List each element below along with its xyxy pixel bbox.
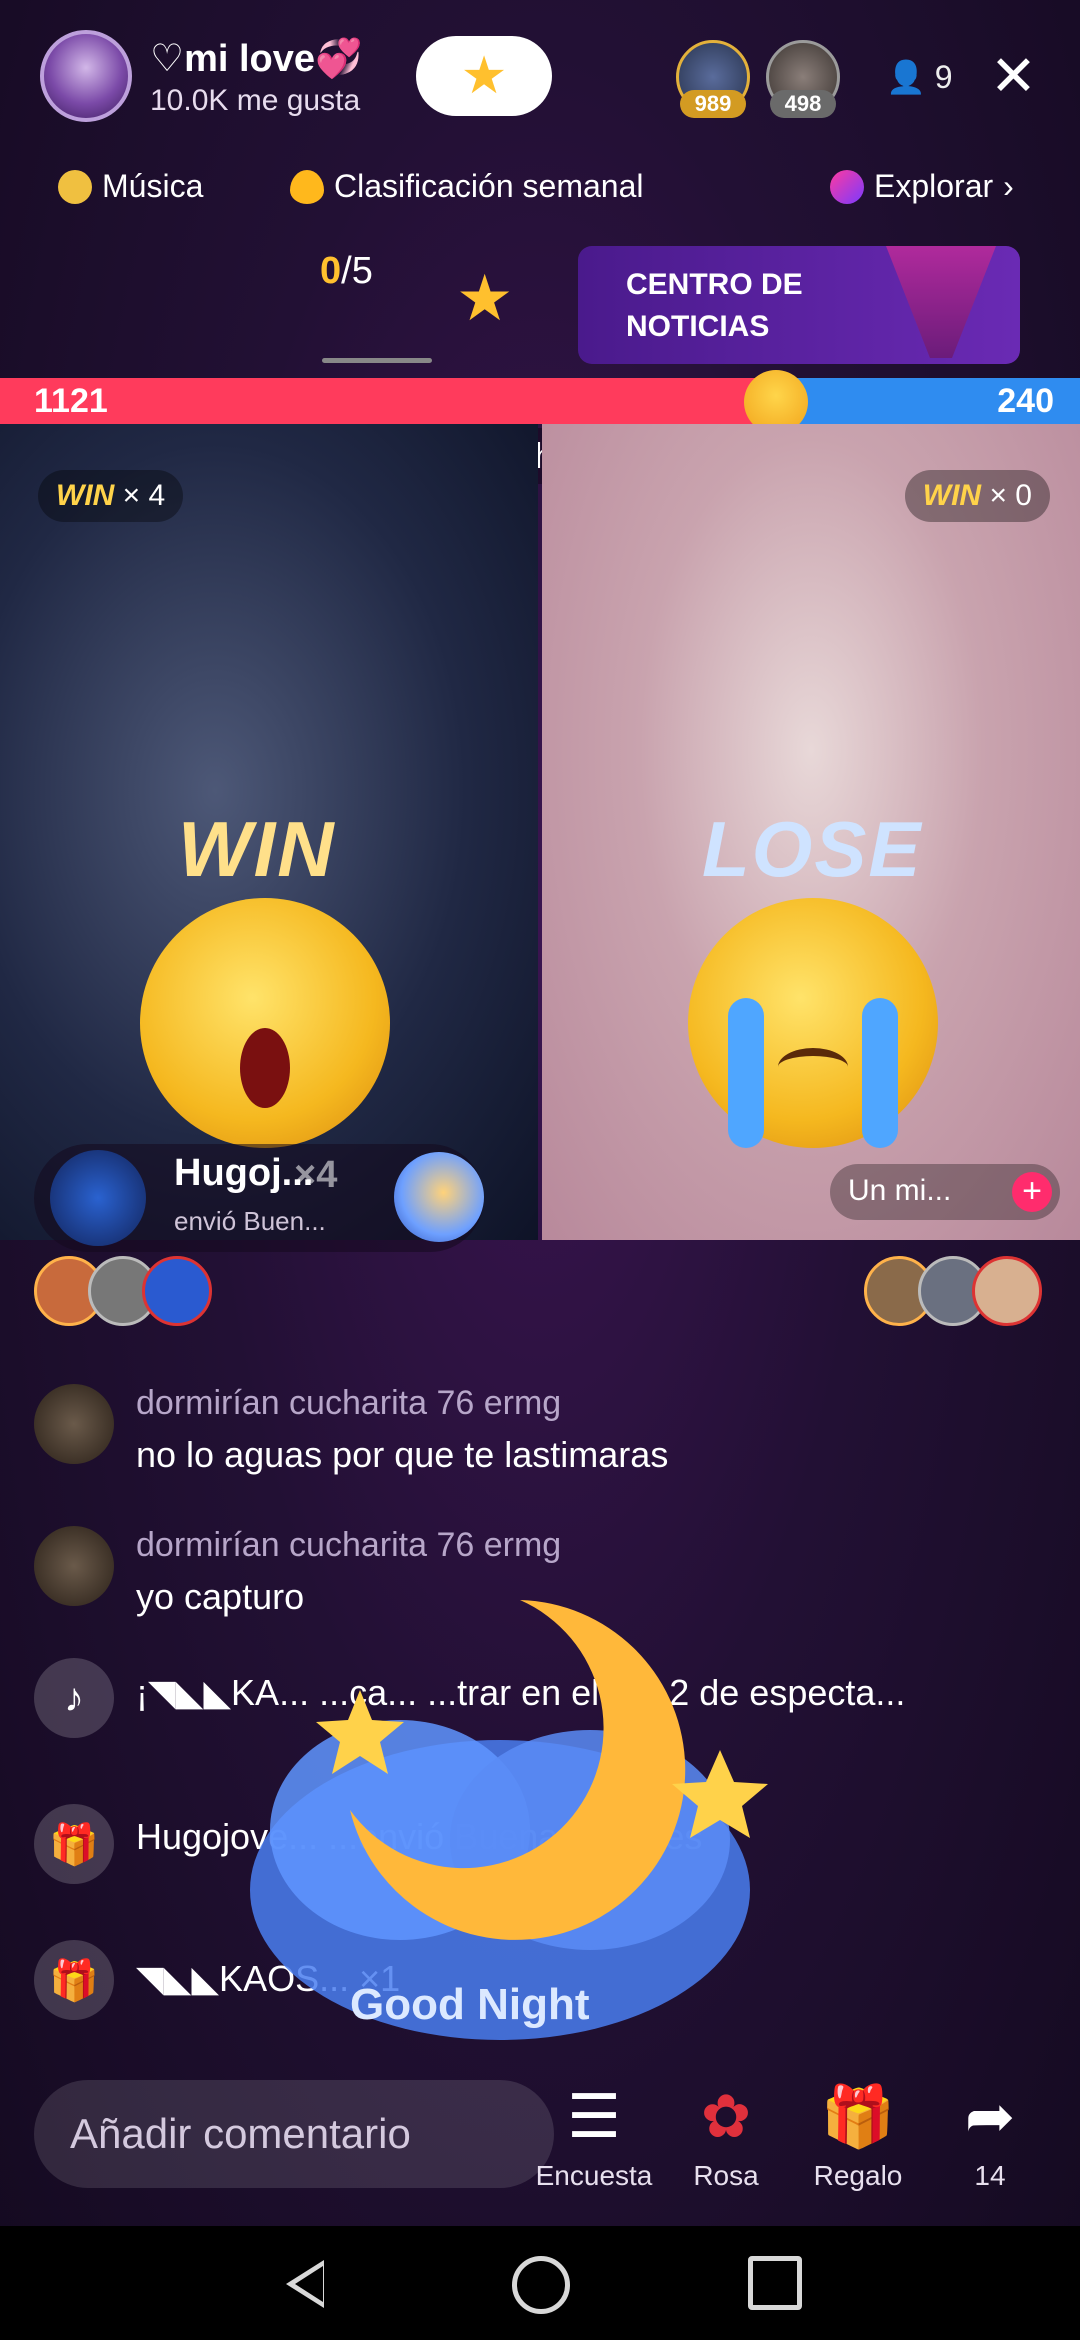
- poll-icon: ☰: [567, 2083, 621, 2150]
- gift-animation-text: Good Night: [350, 1980, 590, 2029]
- star-icon[interactable]: ★: [456, 266, 513, 330]
- host-avatar[interactable]: [40, 30, 132, 122]
- poll-button[interactable]: ☰ Encuesta: [534, 2082, 654, 2192]
- music-icon: [58, 169, 92, 204]
- rose-button[interactable]: ✿ Rosa: [666, 2082, 786, 2192]
- top-viewer-count: 498: [770, 90, 836, 118]
- back-icon-inner: [295, 2266, 323, 2302]
- commenter-avatar[interactable]: [34, 1526, 114, 1606]
- supporter-avatar[interactable]: [972, 1256, 1042, 1326]
- gift-button[interactable]: 🎁 Regalo: [798, 2082, 918, 2192]
- comment-input[interactable]: Añadir comentario: [34, 2080, 554, 2188]
- opponent-name: Un mi...: [848, 1174, 952, 1207]
- comment-text: no lo aguas por que te lastimaras: [136, 1434, 669, 1475]
- quest-progress[interactable]: 0/5: [320, 250, 373, 293]
- quest-indicator: [322, 358, 432, 363]
- host-name[interactable]: ♡mi love💞: [150, 36, 362, 81]
- score-right: 240: [997, 382, 1054, 420]
- commenter-avatar[interactable]: [34, 1384, 114, 1464]
- home-icon[interactable]: [512, 2256, 570, 2314]
- moon-gift-icon: [394, 1152, 484, 1242]
- share-button[interactable]: ➦ 14: [930, 2082, 1050, 2192]
- win-label: WIN: [922, 479, 982, 512]
- system-nav-bar: [0, 2226, 1080, 2340]
- rose-label: Rosa: [693, 2160, 759, 2191]
- gift-message: envió Buen...: [174, 1206, 326, 1236]
- win-label: WIN: [56, 479, 115, 512]
- surprised-emoji-icon: [140, 898, 390, 1148]
- category-music[interactable]: Música: [58, 168, 203, 205]
- rose-icon: ✿: [700, 2083, 752, 2150]
- score-left: 1121: [34, 382, 108, 420]
- follow-button[interactable]: ★: [416, 36, 552, 116]
- win-count-value: × 4: [122, 479, 166, 512]
- category-row: Música Clasificación semanal Explorar ›: [0, 160, 1080, 220]
- news-center-banner[interactable]: CENTRO DE NOTICIAS: [578, 246, 1020, 364]
- plus-icon[interactable]: +: [1012, 1172, 1052, 1212]
- category-weekly-label: Clasificación semanal: [334, 168, 644, 204]
- top-bar: ♡mi love💞 10.0K me gusta ★ 989 498 👤 9 ✕: [0, 30, 1080, 130]
- quest-progress-done: 0: [320, 250, 342, 292]
- left-stream-panel[interactable]: WIN × 4 WIN: [0, 424, 538, 1240]
- good-night-gift-animation: Good Night: [240, 1560, 800, 2080]
- comment-placeholder: Añadir comentario: [70, 2110, 411, 2157]
- category-explore-label: Explorar: [874, 168, 994, 204]
- left-result-label: WIN: [178, 805, 336, 893]
- score-bar-left: [0, 378, 780, 424]
- category-music-label: Música: [102, 168, 204, 204]
- gift-icon: 🎁: [34, 1940, 114, 2020]
- crying-emoji-icon: [688, 898, 938, 1148]
- right-result-label: LOSE: [702, 805, 923, 893]
- top-viewer-count: 989: [680, 90, 746, 118]
- gift-sender-avatar: [50, 1150, 146, 1246]
- poll-label: Encuesta: [535, 2160, 653, 2191]
- gift-label: Regalo: [813, 2160, 903, 2191]
- quest-progress-total: /5: [341, 250, 373, 292]
- gift-notification[interactable]: Hugoj... ×4 envió Buen...: [34, 1144, 484, 1252]
- gift-box-icon: 🎁: [820, 2083, 896, 2150]
- opponent-tag[interactable]: Un mi... +: [830, 1164, 1060, 1220]
- share-icon: ➦: [964, 2083, 1016, 2150]
- news-art-icon: [886, 246, 996, 358]
- gift-sender-name: Hugoj...: [174, 1152, 314, 1194]
- star-icon: ★: [460, 47, 508, 105]
- supporter-avatar[interactable]: [142, 1256, 212, 1326]
- viewer-count-value: 9: [934, 59, 953, 95]
- tiktok-icon: ♪: [34, 1658, 114, 1738]
- news-center-title: CENTRO DE NOTICIAS: [626, 268, 803, 343]
- right-win-count: WIN × 0: [904, 470, 1050, 522]
- left-win-count: WIN × 4: [38, 470, 184, 522]
- share-count: 14: [974, 2160, 1006, 2191]
- win-count-value: × 0: [989, 479, 1032, 512]
- right-stream-panel[interactable]: WIN × 0 LOSE: [542, 424, 1080, 1240]
- category-weekly-ranking[interactable]: Clasificación semanal: [290, 168, 643, 205]
- viewer-count[interactable]: 👤 9: [886, 58, 953, 96]
- close-icon[interactable]: ✕: [990, 48, 1037, 104]
- battle-score-bar: 1121 240: [0, 370, 1080, 434]
- chevron-right-icon: ›: [1003, 168, 1014, 204]
- gift-combo-count: ×4: [294, 1154, 338, 1196]
- person-icon: 👤: [886, 59, 926, 95]
- gift-icon: 🎁: [34, 1804, 114, 1884]
- host-likes: 10.0K me gusta: [150, 84, 361, 117]
- flame-icon: [290, 169, 324, 204]
- category-explore[interactable]: Explorar ›: [830, 168, 1014, 205]
- planet-icon: [830, 169, 864, 204]
- recent-apps-icon[interactable]: [748, 2256, 802, 2310]
- comment-username[interactable]: dormirían cucharita 76 ermg: [136, 1384, 561, 1423]
